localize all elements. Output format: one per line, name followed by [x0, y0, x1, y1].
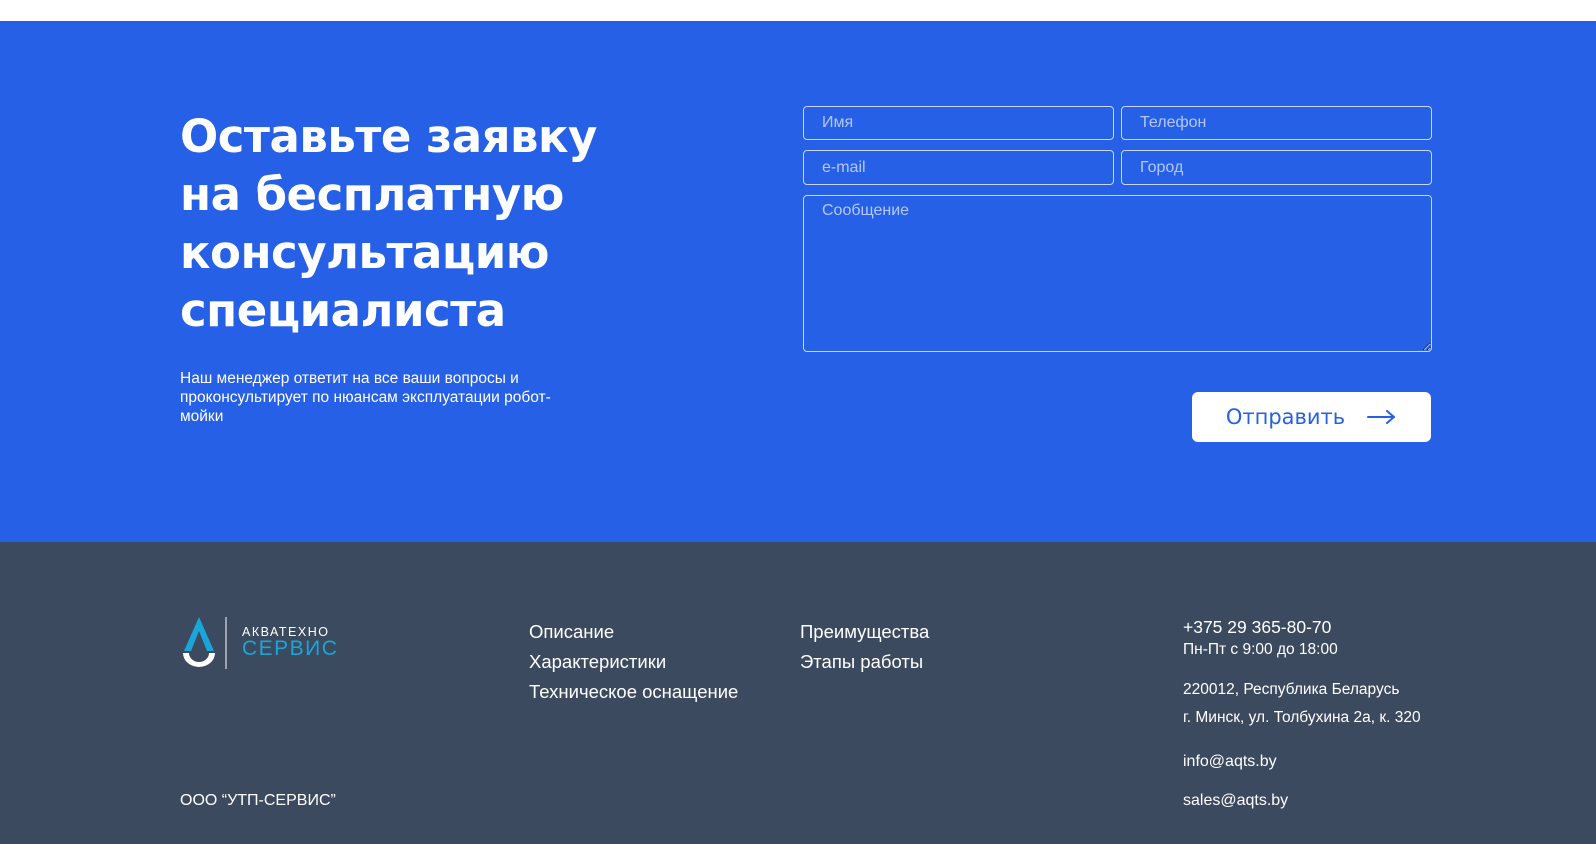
name-input[interactable] [803, 106, 1114, 140]
consultation-subtitle: Наш менеджер ответит на все ваши вопросы… [180, 370, 551, 425]
logo-line2: СЕРВИС [242, 637, 339, 660]
phone-input[interactable] [1121, 106, 1432, 140]
top-white-strip [0, 0, 1596, 21]
contact-address-line2: г. Минск, ул. Толбухина 2а, к. 320 [1183, 709, 1421, 726]
contact-phone[interactable]: +375 29 365-80-70 [1183, 617, 1331, 638]
footer-link-description[interactable]: Описание [529, 621, 614, 643]
message-textarea[interactable] [803, 195, 1432, 352]
contact-email-sales[interactable]: sales@aqts.by [1183, 792, 1288, 810]
submit-button[interactable]: Отправить [1192, 392, 1431, 442]
contact-email-info[interactable]: info@aqts.by [1183, 753, 1277, 771]
heading-line: консультацию [180, 226, 550, 279]
arrow-right-icon [1367, 410, 1397, 424]
contact-address-line1: 220012, Республика Беларусь [1183, 681, 1400, 698]
footer-link-stages[interactable]: Этапы работы [800, 651, 923, 673]
heading-line: Оставьте заявку [180, 110, 597, 163]
contact-hours: Пн-Пт с 9:00 до 18:00 [1183, 641, 1338, 658]
submit-button-label: Отправить [1225, 405, 1346, 429]
footer-link-advantages[interactable]: Преимущества [800, 621, 929, 643]
consultation-heading: Оставьте заявку на бесплатную консультац… [180, 108, 650, 340]
company-name: ООО “УТП-СЕРВИС” [180, 792, 336, 809]
email-input[interactable] [803, 150, 1114, 185]
footer-link-specs[interactable]: Характеристики [529, 651, 666, 673]
heading-line: на бесплатную [180, 168, 564, 221]
city-input[interactable] [1121, 150, 1432, 185]
footer-link-equipment[interactable]: Техническое оснащение [529, 681, 738, 703]
heading-line: специалиста [180, 284, 506, 337]
water-drop-a-logo-icon [183, 617, 227, 669]
